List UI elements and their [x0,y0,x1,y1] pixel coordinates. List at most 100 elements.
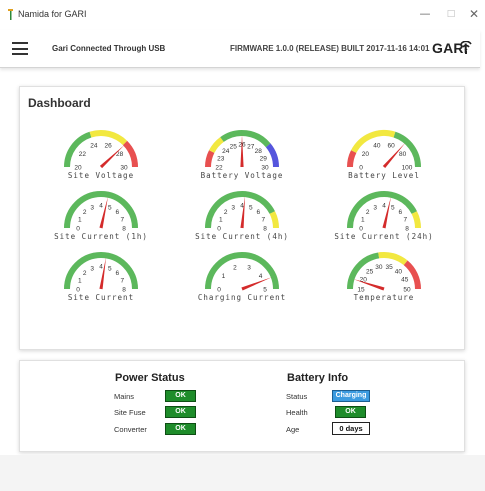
gauge-tick-label: 1 [222,273,226,280]
gauge-tick-label: 1 [78,278,82,285]
mains-status-badge: OK [165,390,196,402]
gauge-tick-label: 30 [375,264,383,271]
minimize-button[interactable]: — [414,6,436,22]
battery-row-label: Status [286,392,308,401]
gauge-tick-label: 6 [256,209,260,216]
gauge-tick-label: 26 [104,143,112,150]
battery-health-badge: OK [335,406,366,418]
gauge-tick-label: 29 [260,156,268,163]
gauge-tick-label: 2 [83,209,87,216]
gauge-tick-label: 5 [391,204,395,211]
battery-info-title: Battery Info [287,372,349,384]
status-row-label: Site Fuse [114,408,146,417]
gauge-tick-label: 7 [120,217,124,224]
gauge: 202224 262830Site Voltage [64,130,138,180]
gauge-zone [89,130,128,146]
gauge-zone [209,137,224,154]
gauge-zone [347,150,357,168]
gauge-label: Site Current (24h) [334,232,433,241]
gauge-needle [99,257,107,290]
converter-status-badge: OK [165,423,196,435]
gauge-needle [99,196,108,229]
gauge-needle [240,135,244,167]
gauge-zone [347,252,380,290]
gauge-tick-label: 4 [99,264,103,271]
status-panel: Power Status Mains OK Site Fuse OK Conve… [19,360,465,452]
maximize-button[interactable]: □ [440,6,462,22]
gari-logo: GARI [432,40,472,58]
battery-status-badge: Charging [332,390,370,402]
gauge: 222324252627282930Battery Voltage [201,130,282,180]
status-row-label: Converter [114,425,147,434]
site-fuse-status-badge: OK [165,406,196,418]
battery-row-label: Health [286,408,308,417]
gauges-grid: 202224262830Site Voltage2223242526272829… [54,130,433,302]
gauge-tick-label: 6 [398,209,402,216]
gauge-tick-label: 2 [233,265,237,272]
gauge-zone [378,252,408,266]
connection-status: Gari Connected Through USB [52,44,166,53]
close-button[interactable]: ✕ [463,6,485,22]
gauge: 0123 4 5678Site Current [64,252,138,302]
window-title-bar[interactable]: Namida for GARI — □ ✕ [0,0,485,30]
gauge-tick-label: 35 [386,264,394,271]
gauge: 012 345Charging Current [198,252,286,302]
gauge: 02040 6080100Battery Level [347,130,421,180]
gauge-zone [122,140,138,168]
gauge-tick-label: 5 [249,204,253,211]
bottom-area [0,455,485,491]
gauge-tick-label: 7 [403,217,407,224]
gauge-needle [382,196,391,229]
gauge-tick-label: 5 [108,265,112,272]
gauge-tick-label: 4 [382,203,386,210]
gauge-track [347,252,421,290]
gauge-label: Battery Level [348,171,420,180]
gauge-label: Site Current (4h) [195,232,289,241]
app-header: Gari Connected Through USB FIRMWARE 1.0.… [0,30,480,68]
gauge-tick-label: 1 [78,217,82,224]
gauge-needle [240,196,246,229]
gauge-tick-label: 40 [373,143,381,150]
gauge-tick-label: 2 [366,209,370,216]
gauge: 0123 4 5678Site Current (1h) [54,191,148,241]
status-row-label: Mains [114,392,135,401]
gauge-zone [411,211,421,229]
gauge-label: Site Current (1h) [54,232,148,241]
gauge-tick-label: 1 [219,217,223,224]
gauge-track [347,130,421,168]
gauge-tick-label: 40 [395,269,403,276]
gauge-label: Temperature [354,293,415,302]
window-title: Namida for GARI [18,9,87,19]
gauge-label: Site Voltage [68,171,134,180]
gauge-zone [265,143,279,168]
gauge-tick-label: 3 [231,204,235,211]
signal-waves-icon [460,41,472,54]
gauge-needle [241,277,272,291]
gauge-zone [205,252,279,290]
firmware-info: FIRMWARE 1.0.0 (RELEASE) BUILT 2017-11-1… [230,44,430,53]
gauge-tick-label: 2 [83,270,87,277]
gauge-tick-label: 27 [247,143,255,150]
battery-age-badge: 0 days [332,422,370,435]
gauge-track [64,130,138,168]
hamburger-menu-icon[interactable] [12,42,28,55]
power-status-title: Power Status [115,372,185,384]
gauge-tick-label: 23 [217,156,225,163]
gauge-tick-label: 4 [259,273,263,280]
gauge-tick-label: 6 [115,270,119,277]
gauge-tick-label: 6 [115,209,119,216]
gauge-tick-label: 80 [399,151,407,158]
gauge-tick-label: 3 [90,204,94,211]
gauge-tick-label: 3 [247,265,251,272]
gauge-tick-label: 60 [387,143,395,150]
dashboard-panel: Dashboard 20 22 24 26 28 30 Site Voltage 22 23 24… [19,86,465,350]
gauge: 0123 4 5678Site Current (24h) [334,191,433,241]
gauge-label: Charging Current [198,293,286,302]
gauge-zone [205,150,215,168]
gauge-tick-label: 24 [90,143,98,150]
gauge-tick-label: 7 [120,278,124,285]
gauge-tick-label: 22 [79,151,87,158]
gauge-zone [269,211,279,229]
gauge: 15202530 35404550Temperature [347,252,421,302]
gauge-track [205,252,279,290]
